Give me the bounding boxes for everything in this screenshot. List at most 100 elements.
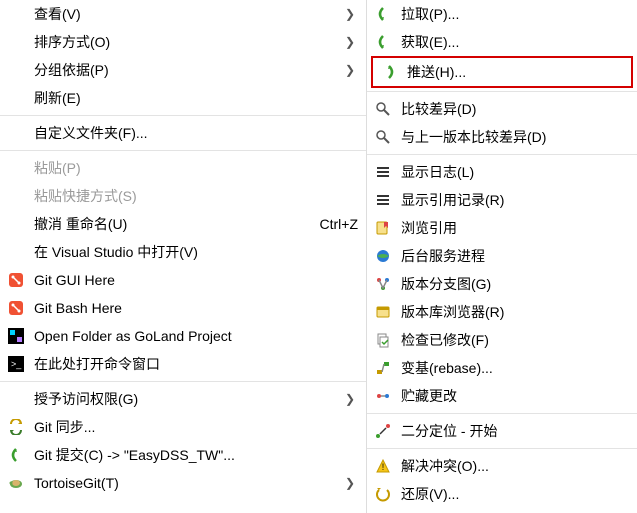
menu-push[interactable]: 推送(H)...: [373, 58, 631, 86]
terminal-icon: >_: [6, 354, 26, 374]
graph-icon: [373, 274, 393, 294]
menu-git-sync[interactable]: Git 同步...: [0, 413, 366, 441]
menu-resolve[interactable]: ! 解决冲突(O)...: [367, 452, 637, 480]
menu-label: 版本分支图(G): [401, 274, 629, 294]
fetch-icon: [373, 32, 393, 52]
blank-icon: [6, 158, 26, 178]
menu-label: TortoiseGit(T): [34, 475, 342, 491]
menu-browse-refs[interactable]: 浏览引用: [367, 214, 637, 242]
menu-label: Open Folder as GoLand Project: [34, 328, 358, 344]
menu-branch-graph[interactable]: 版本分支图(G): [367, 270, 637, 298]
rebase-icon: [373, 358, 393, 378]
highlight-box: 推送(H)...: [371, 56, 633, 88]
separator: [367, 448, 637, 449]
menu-label: 二分定位 - 开始: [401, 421, 629, 441]
context-menu-left: 查看(V) ❯ 排序方式(O) ❯ 分组依据(P) ❯ 刷新(E) 自定义文件夹…: [0, 0, 367, 513]
menu-label: 刷新(E): [34, 88, 358, 108]
blank-icon: [6, 4, 26, 24]
menu-undo-rename[interactable]: 撤消 重命名(U) Ctrl+Z: [0, 210, 366, 238]
menu-label: 解决冲突(O)...: [401, 456, 629, 476]
menu-label: 浏览引用: [401, 218, 629, 238]
menu-label: 自定义文件夹(F)...: [34, 123, 358, 143]
log-icon: [373, 162, 393, 182]
refs-icon: [373, 218, 393, 238]
separator: [0, 381, 366, 382]
menu-show-reflog[interactable]: 显示引用记录(R): [367, 186, 637, 214]
menu-open-goland[interactable]: Open Folder as GoLand Project: [0, 322, 366, 350]
chevron-right-icon: ❯: [342, 7, 358, 21]
menu-label: 比较差异(D): [401, 99, 629, 119]
menu-tortoisegit[interactable]: TortoiseGit(T) ❯: [0, 469, 366, 497]
menu-open-in-vs[interactable]: 在 Visual Studio 中打开(V): [0, 238, 366, 266]
blank-icon: [6, 389, 26, 409]
menu-label: 贮藏更改: [401, 386, 629, 406]
menu-fetch[interactable]: 获取(E)...: [367, 28, 637, 56]
separator: [0, 115, 366, 116]
menu-label: 分组依据(P): [34, 60, 342, 80]
menu-label: 撤消 重命名(U): [34, 214, 308, 234]
menu-label: Git Bash Here: [34, 300, 358, 316]
menu-label: 授予访问权限(G): [34, 389, 342, 409]
pull-icon: [373, 4, 393, 24]
menu-repo-browser[interactable]: 版本库浏览器(R): [367, 298, 637, 326]
git-gui-icon: [6, 270, 26, 290]
separator: [367, 413, 637, 414]
menu-git-commit[interactable]: Git 提交(C) -> "EasyDSS_TW"...: [0, 441, 366, 469]
diff-icon: [373, 99, 393, 119]
menu-stash[interactable]: 贮藏更改: [367, 382, 637, 410]
menu-label: 显示引用记录(R): [401, 190, 629, 210]
blank-icon: [6, 242, 26, 262]
menu-diff-prev[interactable]: 与上一版本比较差异(D): [367, 123, 637, 151]
menu-group[interactable]: 分组依据(P) ❯: [0, 56, 366, 84]
menu-rebase[interactable]: 变基(rebase)...: [367, 354, 637, 382]
menu-label: 版本库浏览器(R): [401, 302, 629, 322]
menu-check-modifications[interactable]: 检查已修改(F): [367, 326, 637, 354]
git-sync-icon: [6, 417, 26, 437]
separator: [367, 154, 637, 155]
menu-label: 获取(E)...: [401, 32, 629, 52]
menu-customize-folder[interactable]: 自定义文件夹(F)...: [0, 119, 366, 147]
reflog-icon: [373, 190, 393, 210]
tortoise-icon: [6, 473, 26, 493]
menu-sort[interactable]: 排序方式(O) ❯: [0, 28, 366, 56]
push-icon: [379, 62, 399, 82]
menu-view[interactable]: 查看(V) ❯: [0, 0, 366, 28]
blank-icon: [6, 32, 26, 52]
menu-git-gui[interactable]: Git GUI Here: [0, 266, 366, 294]
revert-icon: [373, 484, 393, 504]
shortcut-label: Ctrl+Z: [320, 216, 359, 232]
chevron-right-icon: ❯: [342, 392, 358, 406]
blank-icon: [6, 214, 26, 234]
menu-grant-access[interactable]: 授予访问权限(G) ❯: [0, 385, 366, 413]
menu-label: 粘贴快捷方式(S): [34, 186, 358, 206]
separator: [367, 91, 637, 92]
separator: [0, 150, 366, 151]
menu-diff[interactable]: 比较差异(D): [367, 95, 637, 123]
blank-icon: [6, 60, 26, 80]
diff-prev-icon: [373, 127, 393, 147]
menu-label: 检查已修改(F): [401, 330, 629, 350]
menu-label: 在 Visual Studio 中打开(V): [34, 242, 358, 262]
menu-open-cmd[interactable]: >_ 在此处打开命令窗口: [0, 350, 366, 378]
bisect-icon: [373, 421, 393, 441]
menu-refresh[interactable]: 刷新(E): [0, 84, 366, 112]
menu-git-bash[interactable]: Git Bash Here: [0, 294, 366, 322]
chevron-right-icon: ❯: [342, 35, 358, 49]
menu-label: 变基(rebase)...: [401, 358, 629, 378]
menu-bisect[interactable]: 二分定位 - 开始: [367, 417, 637, 445]
menu-show-log[interactable]: 显示日志(L): [367, 158, 637, 186]
svg-text:!: !: [382, 462, 385, 472]
menu-label: 粘贴(P): [34, 158, 358, 178]
blank-icon: [6, 186, 26, 206]
menu-label: 拉取(P)...: [401, 4, 629, 24]
stash-icon: [373, 386, 393, 406]
menu-daemon[interactable]: 后台服务进程: [367, 242, 637, 270]
check-modifications-icon: [373, 330, 393, 350]
menu-pull[interactable]: 拉取(P)...: [367, 0, 637, 28]
goland-icon: [6, 326, 26, 346]
menu-label: 与上一版本比较差异(D): [401, 127, 629, 147]
globe-icon: [373, 246, 393, 266]
menu-revert[interactable]: 还原(V)...: [367, 480, 637, 508]
menu-label: Git 同步...: [34, 417, 358, 437]
repo-browser-icon: [373, 302, 393, 322]
